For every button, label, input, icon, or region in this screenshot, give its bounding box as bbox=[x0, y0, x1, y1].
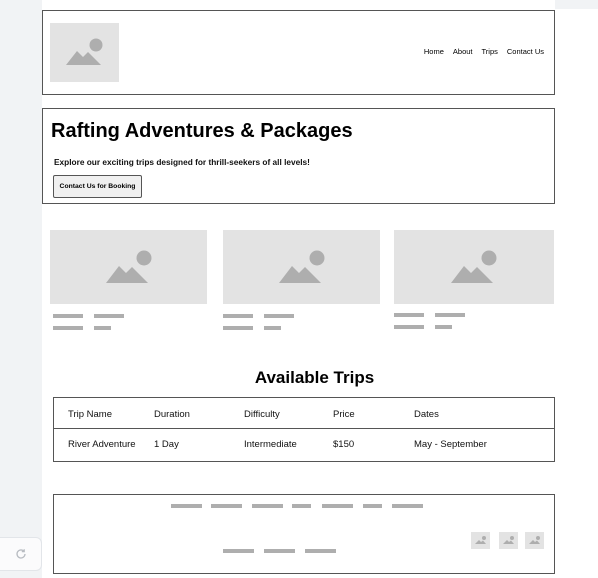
column-header-price: Price bbox=[333, 409, 355, 420]
footer-link-placeholder[interactable] bbox=[292, 504, 311, 508]
cell-duration: 1 Day bbox=[154, 439, 179, 450]
text-placeholder-bar bbox=[264, 314, 294, 318]
refresh-button[interactable] bbox=[0, 537, 42, 571]
text-placeholder-bar bbox=[435, 313, 465, 317]
logo-placeholder bbox=[50, 23, 119, 82]
text-placeholder-bar bbox=[435, 325, 452, 329]
footer-link-placeholder[interactable] bbox=[363, 504, 382, 508]
footer-link-placeholder[interactable] bbox=[171, 504, 202, 508]
text-placeholder-bar bbox=[53, 326, 83, 330]
image-placeholder-icon bbox=[475, 536, 486, 544]
image-placeholder-icon bbox=[451, 250, 497, 283]
text-placeholder-bar bbox=[223, 326, 253, 330]
footer-link-placeholder[interactable] bbox=[252, 504, 283, 508]
image-placeholder-icon bbox=[106, 250, 152, 283]
social-icon-3[interactable] bbox=[525, 532, 544, 549]
main-nav: Home About Trips Contact Us bbox=[424, 47, 544, 56]
column-header-difficulty: Difficulty bbox=[244, 409, 280, 420]
footer-text-placeholder bbox=[223, 549, 254, 553]
nav-contact-link[interactable]: Contact Us bbox=[507, 47, 544, 56]
image-placeholder-icon bbox=[279, 250, 325, 283]
nav-home-link[interactable]: Home bbox=[424, 47, 444, 56]
image-placeholder-icon bbox=[529, 536, 540, 544]
column-header-trip-name: Trip Name bbox=[68, 409, 112, 420]
hero-subtitle: Explore our exciting trips designed for … bbox=[54, 157, 310, 167]
image-placeholder-icon bbox=[66, 38, 103, 65]
column-header-dates: Dates bbox=[414, 409, 439, 420]
cell-dates: May - September bbox=[414, 439, 487, 450]
trip-card-image-2[interactable] bbox=[223, 230, 380, 304]
social-icon-1[interactable] bbox=[471, 532, 490, 549]
column-header-duration: Duration bbox=[154, 409, 190, 420]
social-icon-2[interactable] bbox=[499, 532, 518, 549]
contact-booking-button[interactable]: Contact Us for Booking bbox=[53, 175, 142, 198]
cell-price: $150 bbox=[333, 439, 355, 450]
text-placeholder-bar bbox=[394, 325, 424, 329]
text-placeholder-bar bbox=[53, 314, 83, 318]
nav-about-link[interactable]: About bbox=[453, 47, 473, 56]
footer-link-placeholder[interactable] bbox=[392, 504, 423, 508]
text-placeholder-bar bbox=[394, 313, 424, 317]
trips-table: Trip Name Duration Difficulty Price Date… bbox=[53, 397, 555, 462]
left-side-panel bbox=[0, 0, 42, 578]
cell-trip-name: River Adventure bbox=[68, 439, 136, 450]
footer-link-placeholder[interactable] bbox=[322, 504, 353, 508]
cell-difficulty: Intermediate bbox=[244, 439, 297, 450]
text-placeholder-bar bbox=[94, 314, 124, 318]
trip-card-image-1[interactable] bbox=[50, 230, 207, 304]
trip-card-image-3[interactable] bbox=[394, 230, 554, 304]
text-placeholder-bar bbox=[223, 314, 253, 318]
site-header: Home About Trips Contact Us bbox=[42, 10, 555, 95]
footer-link-placeholder[interactable] bbox=[211, 504, 242, 508]
top-edge-strip bbox=[555, 0, 598, 9]
refresh-icon bbox=[15, 549, 26, 559]
hero-section: Rafting Adventures & Packages Explore ou… bbox=[42, 108, 555, 204]
table-divider bbox=[54, 428, 554, 429]
page-title: Rafting Adventures & Packages bbox=[51, 120, 353, 142]
site-footer bbox=[53, 494, 555, 574]
footer-text-placeholder bbox=[305, 549, 336, 553]
image-placeholder-icon bbox=[503, 536, 514, 544]
text-placeholder-bar bbox=[264, 326, 281, 330]
nav-trips-link[interactable]: Trips bbox=[482, 47, 498, 56]
footer-text-placeholder bbox=[264, 549, 295, 553]
available-trips-heading: Available Trips bbox=[254, 368, 375, 387]
text-placeholder-bar bbox=[94, 326, 111, 330]
